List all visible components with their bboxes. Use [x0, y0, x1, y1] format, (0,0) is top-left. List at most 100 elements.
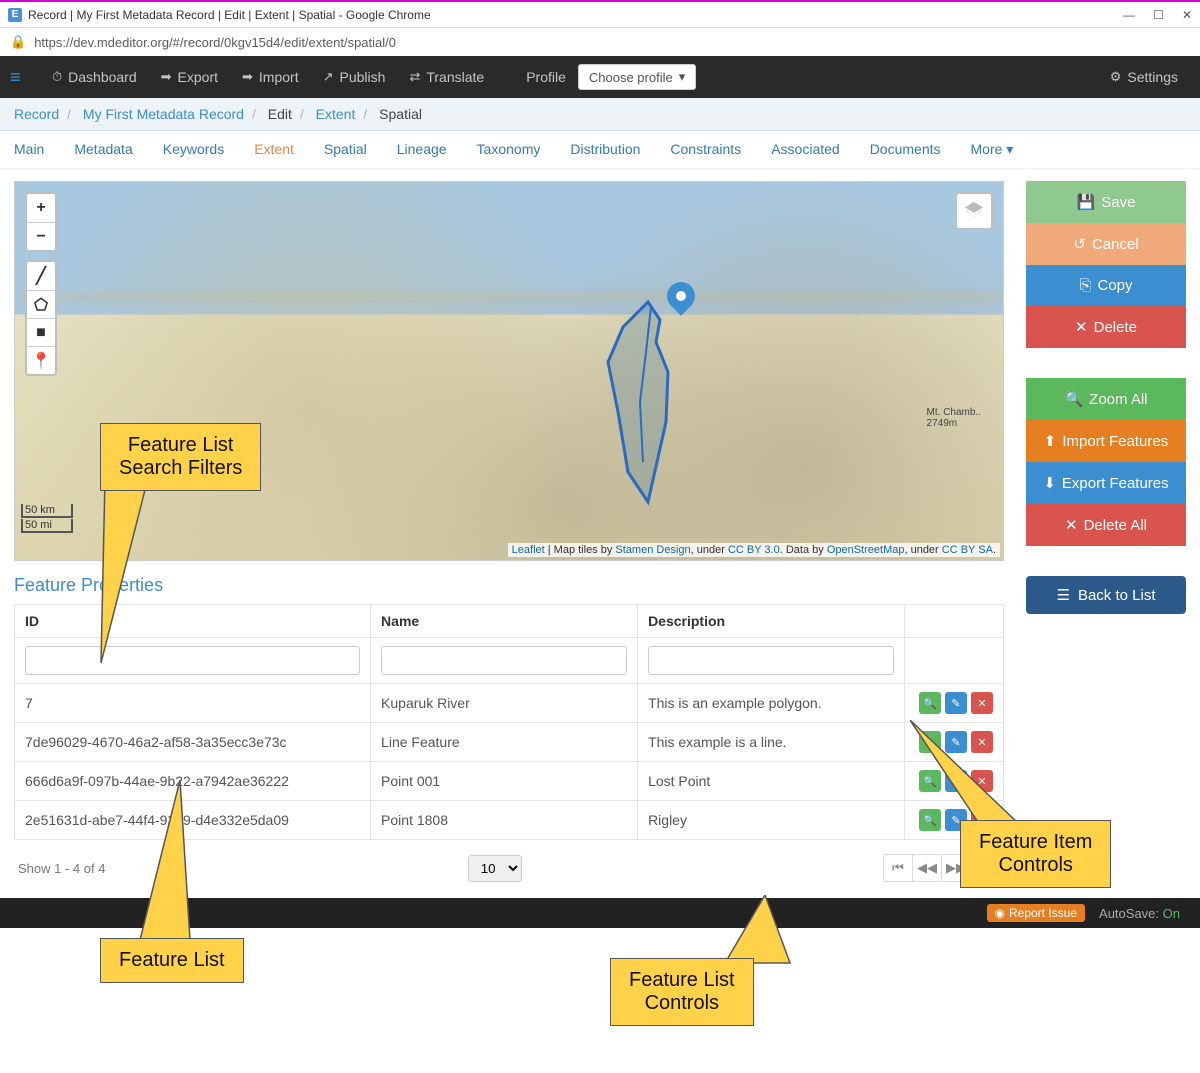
- map-draw-polygon-button[interactable]: ⬠: [27, 290, 55, 318]
- url-text: https://dev.mdeditor.org/#/record/0kgv15…: [34, 35, 396, 50]
- leaflet-link[interactable]: Leaflet: [512, 544, 545, 556]
- col-header-desc[interactable]: Description: [638, 605, 905, 638]
- feature-actions: 🔍Zoom All ⬆Import Features ⬇Export Featu…: [1026, 378, 1186, 546]
- filter-name-input[interactable]: [381, 646, 627, 675]
- map-attribution: Leaflet | Map tiles by Stamen Design, un…: [508, 543, 1000, 557]
- tab-lineage[interactable]: Lineage: [397, 141, 447, 158]
- delete-all-button[interactable]: ✕Delete All: [1026, 504, 1186, 546]
- tab-metadata[interactable]: Metadata: [74, 141, 132, 158]
- window-maximize-icon[interactable]: ☐: [1153, 8, 1164, 22]
- table-row: 7de96029-4670-46a2-af58-3a35ecc3e73c Lin…: [15, 723, 1004, 762]
- tab-constraints[interactable]: Constraints: [670, 141, 741, 158]
- autosave-status: AutoSave: On: [1099, 906, 1180, 921]
- close-icon: ✕: [1065, 516, 1078, 534]
- row-zoom-button[interactable]: 🔍: [919, 692, 941, 714]
- save-button[interactable]: 💾Save: [1026, 181, 1186, 223]
- stamen-link[interactable]: Stamen Design: [615, 544, 690, 556]
- tab-main[interactable]: Main: [14, 141, 44, 158]
- nav-settings[interactable]: ⚙Settings: [1098, 69, 1190, 85]
- window-minimize-icon[interactable]: —: [1123, 8, 1135, 22]
- zoom-all-button[interactable]: 🔍Zoom All: [1026, 378, 1186, 420]
- tab-taxonomy[interactable]: Taxonomy: [477, 141, 541, 158]
- profile-select[interactable]: Choose profile▾: [578, 64, 696, 90]
- map-draw-line-button[interactable]: ╱: [27, 262, 55, 290]
- close-icon: ✕: [1075, 318, 1088, 336]
- map-peak-label: Mt. Chamb..2749m: [927, 407, 981, 429]
- dashboard-icon: ⏱: [52, 69, 62, 85]
- caret-down-icon: ▾: [1002, 141, 1013, 157]
- callout-item-controls: Feature Item Controls: [960, 820, 1111, 888]
- address-bar: 🔒 https://dev.mdeditor.org/#/record/0kgv…: [0, 28, 1200, 56]
- table-row: 7 Kuparuk River This is an example polyg…: [15, 684, 1004, 723]
- search-icon: 🔍: [1064, 390, 1083, 408]
- section-tabs: Main Metadata Keywords Extent Spatial Li…: [0, 131, 1200, 169]
- tab-documents[interactable]: Documents: [870, 141, 941, 158]
- export-features-button[interactable]: ⬇Export Features: [1026, 462, 1186, 504]
- nav-import[interactable]: ➡Import: [230, 69, 311, 85]
- breadcrumb-my-record[interactable]: My First Metadata Record: [83, 106, 244, 122]
- import-features-button[interactable]: ⬆Import Features: [1026, 420, 1186, 462]
- undo-icon: ↺: [1073, 235, 1086, 253]
- window-title: Record | My First Metadata Record | Edit…: [28, 8, 1123, 22]
- page-size-select[interactable]: 10: [468, 855, 522, 882]
- import-icon: ➡: [242, 69, 253, 85]
- layers-icon: [963, 200, 985, 222]
- window-close-icon[interactable]: ✕: [1182, 8, 1192, 22]
- nav-publish[interactable]: ↗Publish: [311, 69, 398, 85]
- col-header-name[interactable]: Name: [371, 605, 638, 638]
- report-issue-button[interactable]: ◉Report Issue: [987, 904, 1086, 922]
- nav-dashboard[interactable]: ⏱Dashboard: [40, 69, 149, 85]
- map-zoom-out-button[interactable]: −: [27, 222, 55, 250]
- app-favicon: E: [8, 8, 22, 22]
- nav-translate[interactable]: ⇄Translate: [397, 69, 496, 85]
- pager-prev-button[interactable]: ◀◀: [912, 854, 942, 882]
- app-logo-icon[interactable]: ≡: [10, 67, 30, 87]
- map-feature-polygon: [588, 302, 708, 522]
- map-draw-rectangle-button[interactable]: ■: [27, 318, 55, 346]
- breadcrumb: Record/ My First Metadata Record/ Edit/ …: [0, 98, 1200, 131]
- map-layers-button[interactable]: [955, 192, 993, 230]
- copy-icon: ⎘: [1079, 277, 1091, 294]
- cc-link[interactable]: CC BY 3.0: [728, 544, 780, 556]
- record-actions: 💾Save ↺Cancel ⎘Copy ✕Delete: [1026, 181, 1186, 348]
- callout-controls: Feature List Controls: [610, 958, 754, 1026]
- tab-more[interactable]: More ▾: [971, 141, 1014, 158]
- publish-icon: ↗: [323, 69, 334, 85]
- back-to-list-button[interactable]: ☰Back to List: [1026, 576, 1186, 614]
- gear-icon: ⚙: [1110, 69, 1122, 85]
- row-edit-button[interactable]: ✎: [945, 692, 967, 714]
- tab-extent[interactable]: Extent: [254, 141, 294, 158]
- row-delete-button[interactable]: ✕: [971, 692, 993, 714]
- copy-button[interactable]: ⎘Copy: [1026, 265, 1186, 306]
- profile-label: Profile: [514, 69, 578, 85]
- download-icon: ⬇: [1043, 474, 1056, 492]
- breadcrumb-extent[interactable]: Extent: [316, 106, 356, 122]
- upload-icon: ⬆: [1044, 432, 1057, 450]
- window-titlebar: E Record | My First Metadata Record | Ed…: [0, 0, 1200, 28]
- export-icon: ➡: [161, 69, 172, 85]
- breadcrumb-record[interactable]: Record: [14, 106, 59, 122]
- nav-export[interactable]: ➡Export: [149, 69, 230, 85]
- ccsa-link[interactable]: CC BY SA: [942, 544, 993, 556]
- filter-desc-input[interactable]: [648, 646, 894, 675]
- delete-button[interactable]: ✕Delete: [1026, 306, 1186, 348]
- map-scale: 50 km 50 mi: [21, 504, 73, 534]
- osm-link[interactable]: OpenStreetMap: [827, 544, 905, 556]
- tab-associated[interactable]: Associated: [771, 141, 839, 158]
- tab-distribution[interactable]: Distribution: [570, 141, 640, 158]
- cancel-button[interactable]: ↺Cancel: [1026, 223, 1186, 265]
- top-nav: ≡ ⏱Dashboard ➡Export ➡Import ↗Publish ⇄T…: [0, 56, 1200, 98]
- pager-first-button[interactable]: ⏮: [883, 854, 913, 882]
- translate-icon: ⇄: [409, 69, 420, 85]
- callout-list: Feature List: [100, 938, 244, 983]
- map-marker-icon[interactable]: [667, 282, 697, 322]
- map-zoom-in-button[interactable]: +: [27, 194, 55, 222]
- list-icon: ☰: [1057, 586, 1070, 604]
- breadcrumb-spatial: Spatial: [379, 106, 422, 122]
- breadcrumb-edit: Edit: [268, 106, 292, 122]
- map-draw-marker-button[interactable]: 📍: [27, 346, 55, 374]
- caret-down-icon: ▾: [679, 69, 686, 85]
- tab-spatial[interactable]: Spatial: [324, 141, 367, 158]
- lock-icon: 🔒: [10, 34, 26, 50]
- tab-keywords[interactable]: Keywords: [163, 141, 224, 158]
